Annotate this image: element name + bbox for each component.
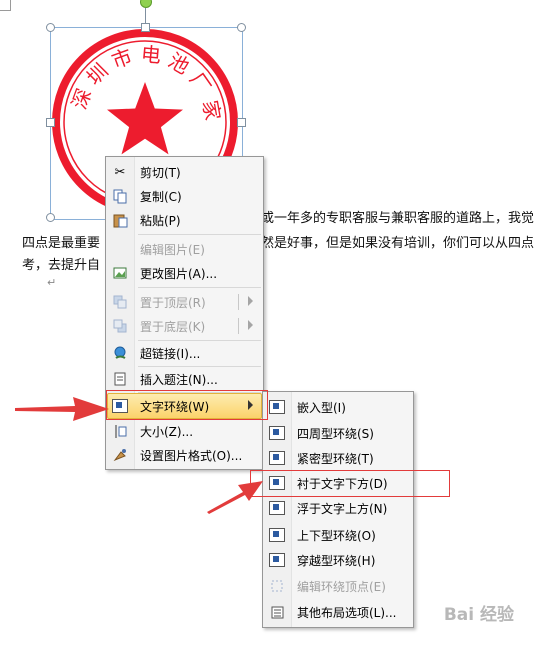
menu-item-label: 大小(Z)... bbox=[140, 425, 194, 439]
seal-char: 市 bbox=[108, 44, 135, 73]
seal-char: 厂 bbox=[185, 68, 216, 98]
change-picture-icon bbox=[111, 264, 129, 282]
square-wrap-icon bbox=[268, 424, 286, 442]
through-wrap-icon bbox=[268, 551, 286, 569]
layout-options-icon bbox=[268, 603, 286, 621]
seal-char: 池 bbox=[164, 48, 193, 79]
seal-char: 家 bbox=[198, 98, 225, 122]
resize-handle-nw[interactable] bbox=[46, 23, 55, 32]
scissors-icon: ✂ bbox=[114, 164, 126, 180]
highlight-box-text-wrap bbox=[106, 390, 268, 420]
paragraph-mark: ↵ bbox=[47, 276, 57, 289]
submenu-item-in-front-of-text[interactable]: 浮于文字上方(N) bbox=[265, 496, 411, 520]
submenu-item-label: 穿越型环绕(H) bbox=[297, 554, 376, 568]
send-back-icon bbox=[111, 317, 129, 335]
hyperlink-icon bbox=[111, 344, 129, 362]
annotation-arrow-icon bbox=[207, 481, 263, 514]
menu-item-change-picture[interactable]: 更改图片(A)... bbox=[108, 261, 261, 285]
resize-handle-n[interactable] bbox=[141, 23, 150, 32]
submenu-item-square[interactable]: 四周型环绕(S) bbox=[265, 421, 411, 445]
submenu-item-tight[interactable]: 紧密型环绕(T) bbox=[265, 446, 411, 470]
format-picture-icon bbox=[111, 446, 129, 464]
seal-char: 电 bbox=[140, 42, 162, 68]
menu-item-cut[interactable]: ✂ 剪切(T) bbox=[108, 160, 261, 184]
paste-icon bbox=[111, 211, 129, 229]
top-bottom-wrap-icon bbox=[268, 526, 286, 544]
context-menu: ✂ 剪切(T) 复制(C) 粘贴(P) 编辑图片(E) 更改图片(A)... 置… bbox=[105, 156, 264, 470]
bring-front-icon bbox=[111, 293, 129, 311]
resize-handle-sw[interactable] bbox=[46, 213, 55, 222]
menu-item-label: 更改图片(A)... bbox=[140, 267, 218, 281]
inline-wrap-icon bbox=[268, 398, 286, 416]
text-wrap-submenu: 嵌入型(I) 四周型环绕(S) 紧密型环绕(T) 衬于文字下方(D) 浮于文字上… bbox=[262, 391, 414, 628]
split-divider bbox=[238, 318, 239, 334]
caption-icon bbox=[111, 370, 129, 388]
menu-item-label: 置于底层(K) bbox=[140, 320, 206, 334]
submenu-arrow-icon bbox=[248, 296, 253, 306]
doc-text-line-2-middle: 然是好事，但是如果没有培训，你们可以从四点 bbox=[261, 236, 535, 251]
submenu-item-more-layout[interactable]: 其他布局选项(L)... bbox=[265, 600, 411, 624]
submenu-item-inline[interactable]: 嵌入型(I) bbox=[265, 395, 411, 419]
submenu-item-label: 上下型环绕(O) bbox=[297, 529, 376, 543]
menu-item-size[interactable]: 大小(Z)... bbox=[108, 419, 261, 443]
menu-item-copy[interactable]: 复制(C) bbox=[108, 184, 261, 208]
menu-item-label: 剪切(T) bbox=[140, 166, 181, 180]
doc-text-line-1: 或一年多的专职客服与兼职客服的道路上，我觉 bbox=[261, 211, 535, 226]
watermark: Bai 经验 bbox=[443, 605, 514, 625]
menu-item-label: 复制(C) bbox=[140, 190, 182, 204]
menu-item-label: 超链接(I)... bbox=[140, 347, 201, 361]
menu-item-label: 设置图片格式(O)... bbox=[140, 449, 243, 463]
annotation-arrow-icon bbox=[15, 397, 109, 421]
menu-item-send-to-back[interactable]: 置于底层(K) bbox=[108, 314, 261, 338]
menu-separator bbox=[138, 234, 261, 235]
seal-char: 深 bbox=[67, 85, 96, 112]
menu-item-label: 编辑图片(E) bbox=[140, 243, 205, 257]
page-corner-mark bbox=[0, 0, 11, 11]
menu-item-insert-caption[interactable]: 插入题注(N)... bbox=[108, 367, 261, 391]
seal-star-icon bbox=[107, 82, 183, 155]
doc-text-line-2-start: 四点是最重要 bbox=[22, 236, 101, 251]
menu-item-label: 置于顶层(R) bbox=[140, 296, 206, 310]
menu-item-label: 粘贴(P) bbox=[140, 214, 181, 228]
submenu-item-label: 其他布局选项(L)... bbox=[297, 606, 397, 620]
resize-handle-e[interactable] bbox=[237, 118, 246, 127]
submenu-item-label: 浮于文字上方(N) bbox=[297, 502, 388, 516]
menu-item-hyperlink[interactable]: 超链接(I)... bbox=[108, 341, 261, 365]
menu-item-label: 插入题注(N)... bbox=[140, 373, 218, 387]
submenu-item-top-bottom[interactable]: 上下型环绕(O) bbox=[265, 523, 411, 547]
highlight-box-behind-text bbox=[250, 470, 450, 497]
split-divider bbox=[238, 294, 239, 310]
menu-separator bbox=[138, 287, 261, 288]
rotate-handle[interactable] bbox=[140, 0, 152, 8]
resize-handle-ne[interactable] bbox=[237, 23, 246, 32]
menu-item-bring-to-front[interactable]: 置于顶层(R) bbox=[108, 290, 261, 314]
copy-icon bbox=[111, 187, 129, 205]
menu-item-edit-picture[interactable]: 编辑图片(E) bbox=[108, 237, 261, 261]
submenu-arrow-icon bbox=[248, 320, 253, 330]
size-icon bbox=[111, 422, 129, 440]
submenu-item-through[interactable]: 穿越型环绕(H) bbox=[265, 548, 411, 572]
submenu-item-label: 紧密型环绕(T) bbox=[297, 452, 374, 466]
menu-item-format-picture[interactable]: 设置图片格式(O)... bbox=[108, 443, 261, 467]
submenu-item-label: 嵌入型(I) bbox=[297, 401, 346, 415]
submenu-item-label: 编辑环绕顶点(E) bbox=[297, 580, 386, 594]
submenu-item-edit-wrap-points[interactable]: 编辑环绕顶点(E) bbox=[265, 574, 411, 598]
submenu-item-label: 四周型环绕(S) bbox=[297, 427, 374, 441]
seal-char: 圳 bbox=[82, 59, 113, 90]
doc-text-line-3-start: 考，去提升自 bbox=[22, 258, 101, 273]
menu-item-paste[interactable]: 粘贴(P) bbox=[108, 208, 261, 232]
resize-handle-w[interactable] bbox=[46, 118, 55, 127]
tight-wrap-icon bbox=[268, 449, 286, 467]
edit-points-icon bbox=[268, 577, 286, 595]
front-text-icon bbox=[268, 499, 286, 517]
